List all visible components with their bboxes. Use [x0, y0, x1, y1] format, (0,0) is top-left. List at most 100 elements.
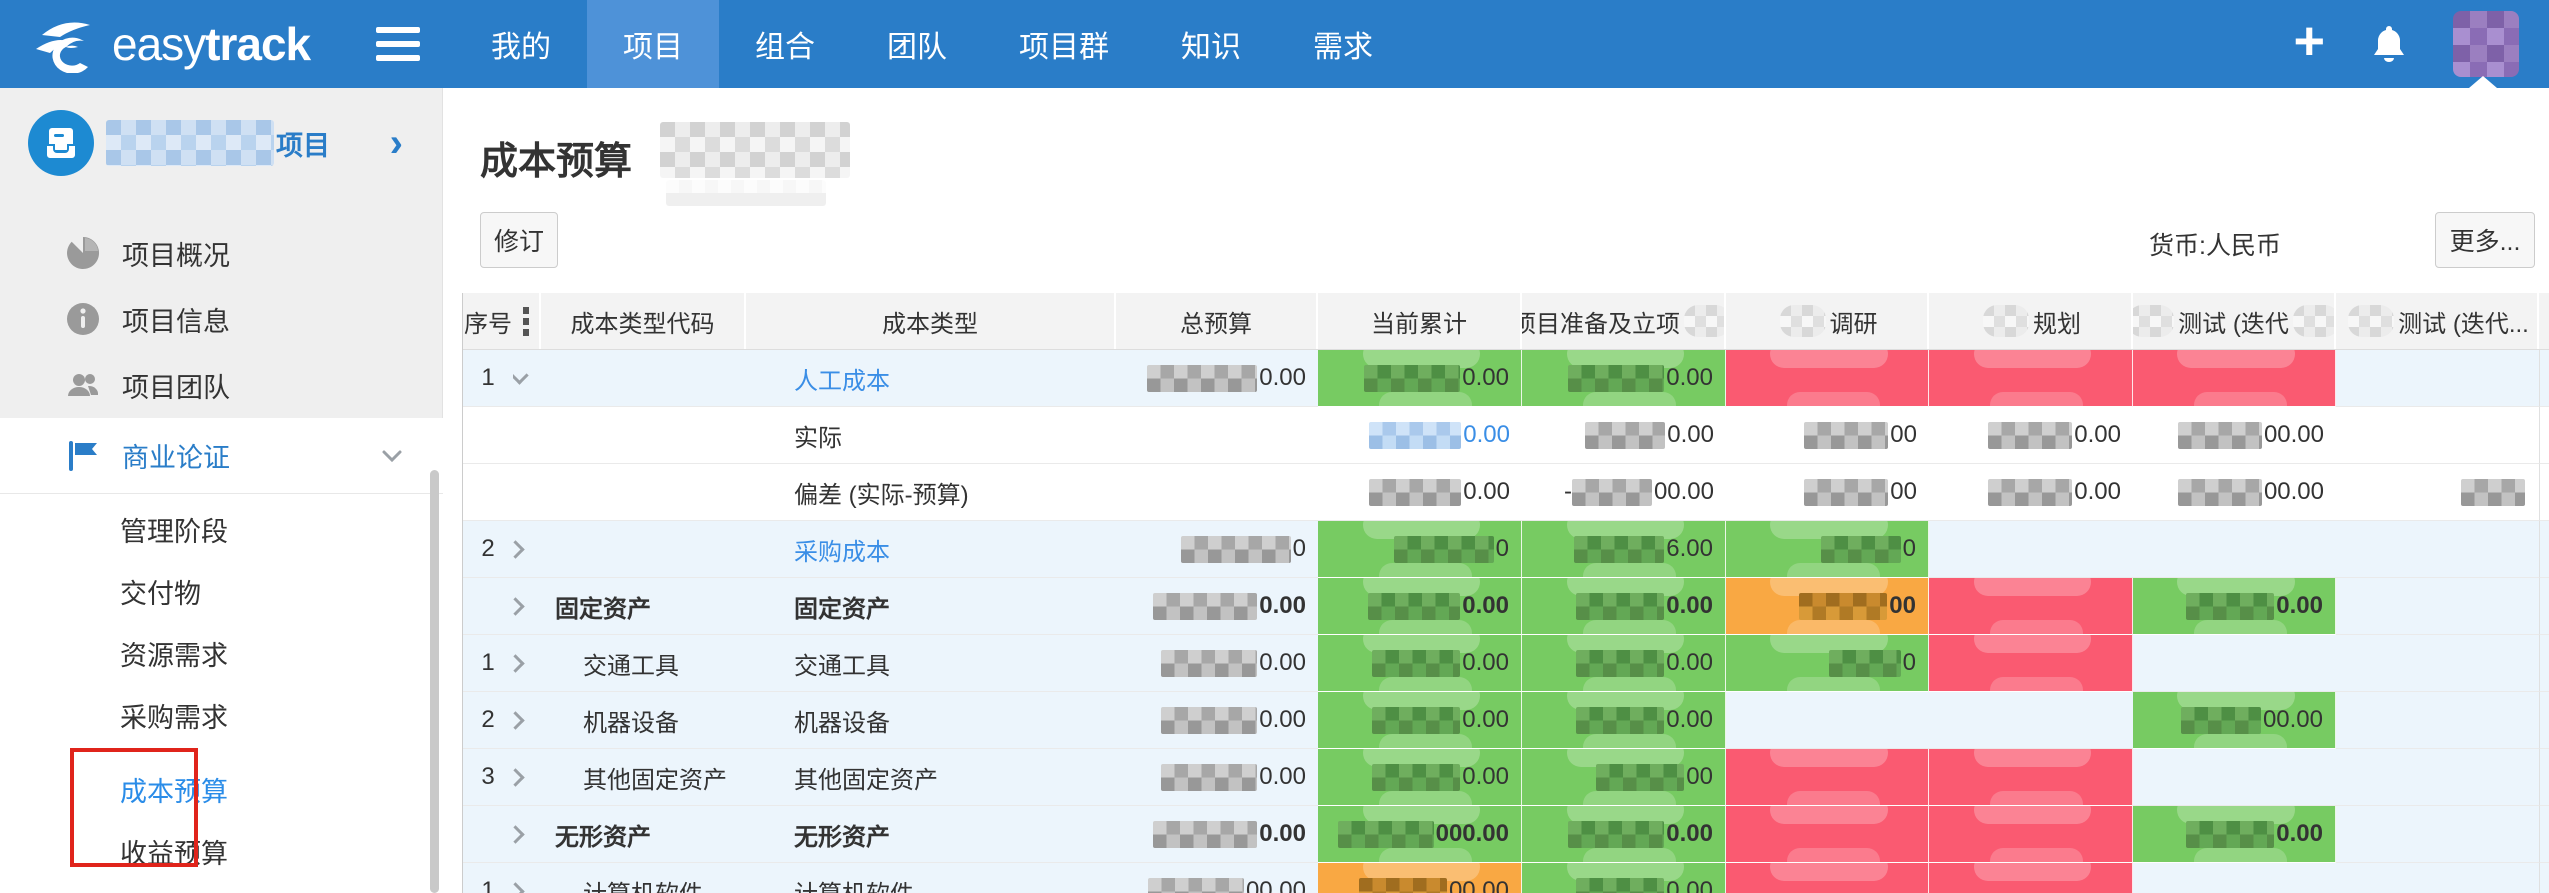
- nav-tab-portfolio[interactable]: 组合: [719, 0, 851, 88]
- sidebar-scrollbar[interactable]: [430, 470, 439, 893]
- avatar[interactable]: [2453, 11, 2519, 77]
- nav-tab-program[interactable]: 项目群: [983, 0, 1145, 88]
- cost-type-cell: 机器设备: [746, 692, 1116, 749]
- sidebar-item-overview[interactable]: 项目概况: [0, 220, 443, 286]
- chevron-right-icon[interactable]: [513, 768, 525, 786]
- cost-type-link[interactable]: 人工成本: [794, 361, 890, 396]
- chevron-right-icon[interactable]: [513, 882, 525, 893]
- cost-type-link[interactable]: 采购成本: [794, 532, 890, 567]
- budget-cell: 000.00: [1318, 806, 1522, 863]
- budget-cell: 00.00: [1318, 863, 1522, 893]
- cost-type-cell: 人工成本: [746, 350, 1116, 407]
- chevron-right-icon[interactable]: [513, 711, 525, 729]
- title-redacted-block-2: [666, 180, 826, 206]
- expand-cell: [513, 521, 541, 578]
- revise-button[interactable]: 修订: [480, 212, 558, 268]
- budget-cell: 0.00: [1522, 806, 1726, 863]
- redacted-value-blur: [1369, 479, 1461, 506]
- more-button[interactable]: 更多...: [2435, 212, 2535, 268]
- redacted-value-blur: [1799, 593, 1887, 620]
- chevron-right-icon[interactable]: [513, 825, 525, 843]
- notification-bell-icon[interactable]: [2371, 24, 2407, 64]
- budget-cell: [1929, 578, 2133, 635]
- cost-type-cell: 交通工具: [746, 635, 1116, 692]
- sidebar-subitem-cost-budget[interactable]: 成本预算: [0, 758, 443, 820]
- budget-cell: [2336, 749, 2539, 806]
- budget-cell: 0.00: [2133, 578, 2336, 635]
- sidebar-subitem-procurement-demand[interactable]: 采购需求: [0, 684, 443, 746]
- project-expand-chevron-icon[interactable]: ›: [390, 123, 403, 163]
- title-redacted-block: [660, 122, 850, 178]
- redacted-value-blur: [1576, 878, 1664, 893]
- header-phase-planning[interactable]: 规划: [1929, 293, 2133, 349]
- info-icon: [66, 302, 100, 336]
- budget-cell: 0: [1726, 635, 1929, 692]
- chevron-down-icon[interactable]: [513, 366, 529, 384]
- hamburger-menu-icon[interactable]: [376, 24, 424, 64]
- redacted-value-blur: [1368, 593, 1460, 620]
- row-seq: 2: [463, 692, 513, 749]
- row-seq: 2: [463, 521, 513, 578]
- budget-cell: [2336, 806, 2539, 863]
- budget-cell: [2336, 464, 2539, 521]
- cost-type-cell: 偏差 (实际-预算): [746, 464, 1116, 521]
- cost-type-code-cell: 无形资产: [541, 806, 746, 863]
- redaction-blur: [2293, 305, 2336, 337]
- sidebar: 项目 › 项目概况 项目信息 项目团队: [0, 88, 443, 893]
- budget-cell: [2336, 350, 2539, 407]
- budget-cell: [1929, 692, 2133, 749]
- redaction-blur: [1780, 305, 1826, 337]
- sidebar-subitem-stages[interactable]: 管理阶段: [0, 498, 443, 560]
- redacted-value-blur: [1161, 650, 1257, 677]
- nav-tab-project[interactable]: 项目: [587, 0, 719, 88]
- sidebar-subitem-resource-demand[interactable]: 资源需求: [0, 622, 443, 684]
- budget-cell: 0: [1116, 521, 1318, 578]
- header-phase-test-2[interactable]: 测试 (迭代...: [2336, 293, 2539, 349]
- header-cost-type[interactable]: 成本类型: [746, 293, 1116, 349]
- create-plus-icon[interactable]: +: [2293, 14, 2325, 68]
- sidebar-item-team[interactable]: 项目团队: [0, 352, 443, 418]
- budget-cell: [2336, 692, 2539, 749]
- cost-type-code-cell: 机器设备: [541, 692, 746, 749]
- header-cost-type-code[interactable]: 成本类型代码: [541, 293, 746, 349]
- budget-cell: 00: [1522, 749, 1726, 806]
- column-menu-icon[interactable]: [523, 307, 529, 336]
- chevron-right-icon[interactable]: [513, 597, 525, 615]
- cost-type-cell: 其他固定资产: [746, 749, 1116, 806]
- redacted-value-blur: [1568, 365, 1664, 392]
- budget-cell: [1929, 863, 2133, 893]
- sidebar-item-info[interactable]: 项目信息: [0, 286, 443, 352]
- redacted-value-blur: [1988, 422, 2072, 449]
- redacted-value-blur: [1359, 878, 1447, 893]
- cost-type-code-cell: 其他固定资产: [541, 749, 746, 806]
- redacted-value-blur: [1153, 821, 1257, 848]
- budget-cell: [2539, 863, 2549, 893]
- table-row: 无形资产无形资产0.00000.000.000.00: [463, 806, 2549, 863]
- header-phase-prep[interactable]: 项目准备及立项: [1522, 293, 1726, 349]
- sidebar-item-business-case[interactable]: 商业论证: [0, 418, 443, 494]
- nav-tab-requirements[interactable]: 需求: [1277, 0, 1409, 88]
- redacted-value-blur: [1161, 707, 1257, 734]
- chevron-right-icon[interactable]: [513, 654, 525, 672]
- easytrack-logo-icon: [34, 15, 98, 73]
- sidebar-subitem-deliverables[interactable]: 交付物: [0, 560, 443, 622]
- budget-cell: [2539, 806, 2549, 863]
- header-phase-test-1[interactable]: 测试 (迭代: [2133, 293, 2336, 349]
- budget-cell: 0.00: [1116, 350, 1318, 407]
- header-current-total[interactable]: 当前累计: [1318, 293, 1522, 349]
- nav-tab-my[interactable]: 我的: [455, 0, 587, 88]
- header-phase-research[interactable]: 调研: [1726, 293, 1929, 349]
- table-body: 1人工成本0.000.000.00实际0.000.00000.0000.00偏差…: [463, 350, 2549, 893]
- header-total-budget[interactable]: 总预算: [1116, 293, 1318, 349]
- cost-type-cell: 计算机软件: [746, 863, 1116, 893]
- budget-cell: 00: [1726, 464, 1929, 521]
- nav-tab-knowledge[interactable]: 知识: [1145, 0, 1277, 88]
- sidebar-subitem-benefit-budget[interactable]: 收益预算: [0, 820, 443, 882]
- project-header[interactable]: 项目 ›: [0, 88, 443, 198]
- nav-tab-team[interactable]: 团队: [851, 0, 983, 88]
- budget-cell: [2539, 692, 2549, 749]
- budget-cell: 6.00: [1522, 521, 1726, 578]
- chevron-right-icon[interactable]: [513, 540, 525, 558]
- redacted-value-blur: [1821, 536, 1901, 563]
- easytrack-logo[interactable]: easytrack: [34, 12, 310, 76]
